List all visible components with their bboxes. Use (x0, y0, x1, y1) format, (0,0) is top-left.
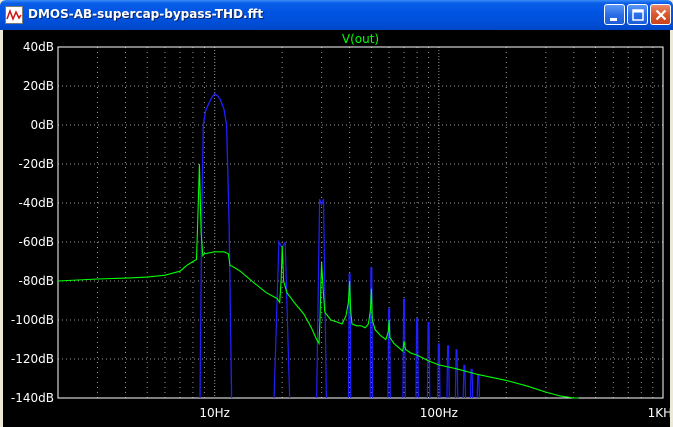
y-tick-label: -140dB (11, 391, 54, 405)
harmonic-spike (454, 349, 459, 399)
y-tick-label: 0dB (31, 118, 54, 132)
trace-label-vout[interactable]: V(out) (342, 32, 379, 46)
x-tick-label: 10Hz (199, 406, 230, 420)
y-tick-label: -80dB (19, 274, 54, 288)
y-tick-label: 40dB (23, 40, 54, 54)
harmonic-spike (462, 364, 467, 399)
close-button[interactable] (650, 4, 671, 25)
maximize-button[interactable] (627, 4, 648, 25)
y-tick-label: -40dB (19, 196, 54, 210)
plot-border (57, 46, 664, 399)
y-tick-label: -100dB (11, 313, 54, 327)
plot-pane[interactable]: 40dB 20dB 0dB -20dB -40dB -60dB -80dB -100dB -12… (3, 30, 670, 427)
minimize-icon (610, 18, 617, 21)
waveform-app-icon (5, 6, 23, 24)
y-tick-label: -20dB (19, 157, 54, 171)
x-tick-label: 1KHz (648, 406, 670, 420)
y-axis-labels: 40dB 20dB 0dB -20dB -40dB -60dB -80dB -100dB -12… (11, 40, 54, 405)
y-tick-label: 20dB (23, 79, 54, 93)
window-title: DMOS-AB-supercap-bypass-THD.fft (28, 7, 264, 21)
x-tick-label: 100Hz (420, 406, 458, 420)
harmonic-spike (446, 345, 450, 399)
spectrum-spikes (199, 92, 481, 399)
y-tick-label: -60dB (19, 235, 54, 249)
minimize-button[interactable] (604, 4, 625, 25)
x-axis-labels: 10Hz 100Hz 1KHz (199, 406, 670, 420)
title-bar[interactable]: DMOS-AB-supercap-bypass-THD.fft (0, 0, 673, 30)
harmonic-spike (476, 374, 481, 399)
grid (58, 47, 663, 398)
close-icon (655, 9, 667, 21)
ltspice-waveform-window: DMOS-AB-supercap-bypass-THD.fft 40dB 20dB… (0, 0, 673, 427)
harmonic-spike (316, 198, 327, 399)
y-tick-label: -120dB (11, 352, 54, 366)
harmonic-spike (415, 318, 419, 399)
maximize-icon (632, 9, 644, 21)
fft-plot[interactable]: 40dB 20dB 0dB -20dB -40dB -60dB -80dB -100dB -12… (3, 30, 670, 427)
